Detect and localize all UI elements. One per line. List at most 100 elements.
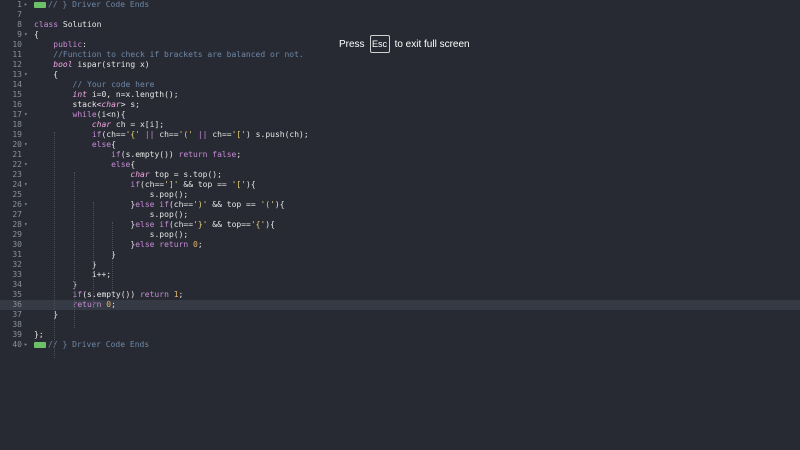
esc-key: Esc (369, 35, 390, 53)
code-line[interactable]: 23 char top = s.top(); (0, 170, 800, 180)
fold-open-icon[interactable]: ▾ (24, 200, 32, 210)
code-line[interactable]: 7 (0, 10, 800, 20)
line-number: 8 (17, 20, 22, 29)
code-editor[interactable]: 1 ▸// } Driver Code Ends 7 8 class Solution 9… (0, 0, 800, 450)
line-number: 35 (12, 290, 22, 299)
code-token: (ch== (140, 180, 165, 189)
code-line[interactable]: 17 ▾ while(i<n){ (0, 110, 800, 120)
code-line[interactable]: 40 ▸ // } Driver Code Ends (0, 340, 800, 350)
code-line[interactable]: 21 if(s.empty()) return false; (0, 150, 800, 160)
code-text: }else return 0; (130, 240, 202, 250)
code-token: { (111, 140, 116, 149)
code-token: // Your code here (72, 80, 155, 89)
code-token: '}' (193, 220, 208, 229)
code-text: if(s.empty()) return false; (111, 150, 241, 160)
code-line[interactable]: 19 if(ch=='{' || ch=='(' || ch=='[') s.pu… (0, 130, 800, 140)
fold-open-icon[interactable]: ▾ (24, 180, 32, 190)
line-number: 14 (12, 80, 22, 89)
code-line[interactable]: 12 bool ispar(string x) (0, 60, 800, 70)
code-token: (i<n){ (96, 110, 126, 119)
folded-region-marker-icon[interactable] (34, 1, 46, 8)
code-token: ispar(string x) (72, 60, 150, 69)
code-token: ')' (193, 200, 208, 209)
code-token: stack< (72, 100, 102, 109)
code-line[interactable]: 33 i++; (0, 270, 800, 280)
code-token: ; (111, 300, 116, 309)
code-line[interactable]: 20 ▾ else{ (0, 140, 800, 150)
code-token: ){ (274, 200, 285, 209)
code-token: // } Driver Code Ends (48, 0, 150, 9)
code-token: ch== (154, 130, 179, 139)
code-line[interactable]: 22 ▾ else{ (0, 160, 800, 170)
fold-open-icon[interactable]: ▾ (24, 140, 32, 150)
code-text: s.pop(); (150, 230, 189, 240)
code-line[interactable]: 8 class Solution (0, 20, 800, 30)
code-token: ; (197, 240, 203, 249)
code-line[interactable]: 13 ▾ { (0, 70, 800, 80)
code-line[interactable]: 29 s.pop(); (0, 230, 800, 240)
code-token: && top == (207, 200, 261, 209)
fold-open-icon[interactable]: ▾ (24, 220, 32, 230)
line-number: 27 (12, 210, 22, 219)
code-line[interactable]: 25 s.pop(); (0, 190, 800, 200)
line-number: 7 (17, 10, 22, 19)
fold-open-icon[interactable]: ▾ (24, 70, 32, 80)
line-number: 39 (12, 330, 22, 339)
code-line[interactable]: 16 stack<char> s; (0, 100, 800, 110)
code-line[interactable]: 36 return 0; (0, 300, 800, 310)
code-token: else if (135, 220, 169, 229)
fold-open-icon[interactable]: ▾ (24, 160, 32, 170)
code-token: (ch== (168, 220, 194, 229)
code-line[interactable]: 32} (0, 260, 800, 270)
code-token: (s.empty()) (82, 290, 140, 299)
code-line[interactable]: 14 // Your code here (0, 80, 800, 90)
code-token: return (178, 150, 208, 159)
code-token: else if (135, 200, 169, 209)
code-text: // } Driver Code Ends (34, 340, 149, 350)
fold-collapsed-icon[interactable]: ▸ (24, 0, 32, 10)
code-text: // } Driver Code Ends (34, 0, 149, 10)
code-text: if(s.empty()) return 1; (73, 290, 184, 300)
code-line[interactable]: 18 char ch = x[i]; (0, 120, 800, 130)
code-line[interactable]: 38 (0, 320, 800, 330)
code-token: class (34, 20, 59, 29)
fold-collapsed-icon[interactable]: ▸ (24, 340, 32, 350)
line-number: 12 (12, 60, 22, 69)
fold-open-icon[interactable]: ▾ (24, 110, 32, 120)
code-token: s.pop(); (149, 230, 189, 239)
code-text: else{ (111, 160, 135, 170)
code-line[interactable]: 24 ▾ if(ch==']' && top == '['){ (0, 180, 800, 190)
code-line[interactable]: 26 ▾}else if(ch==')' && top == '('){ (0, 200, 800, 210)
code-token: top = s.top(); (149, 170, 222, 179)
folded-region-marker-icon[interactable] (34, 341, 46, 348)
code-text: // Your code here (73, 80, 155, 90)
fold-open-icon[interactable]: ▾ (24, 30, 32, 40)
code-text: stack<char> s; (73, 100, 140, 110)
line-number: 26 (12, 200, 22, 209)
code-text: }; (34, 330, 44, 340)
code-line[interactable]: 28 ▾}else if(ch=='}' && top=='{'){ (0, 220, 800, 230)
code-text: if(ch=='{' || ch=='(' || ch=='[') s.push… (92, 130, 309, 140)
code-line[interactable]: 27 s.pop(); (0, 210, 800, 220)
line-number: 31 (12, 250, 22, 259)
code-line[interactable]: 39}; (0, 330, 800, 340)
code-token: bool (53, 60, 73, 69)
code-token: { (53, 70, 59, 79)
code-line[interactable]: 35 if(s.empty()) return 1; (0, 290, 800, 300)
line-number: 9 (17, 30, 22, 39)
code-line[interactable]: 1 ▸ // } Driver Code Ends (0, 0, 800, 10)
code-text: i++; (92, 270, 111, 280)
code-token: && top == (178, 180, 232, 189)
line-number: 22 (12, 160, 22, 169)
indent-guide (112, 222, 114, 298)
code-token: public (53, 40, 83, 49)
code-line[interactable]: 34} (0, 280, 800, 290)
code-line[interactable]: 15 int i=0, n=x.length(); (0, 90, 800, 100)
code-line[interactable]: 31} (0, 250, 800, 260)
code-text: //Function to check if brackets are bala… (53, 50, 303, 60)
code-text: if(ch==']' && top == '['){ (130, 180, 255, 190)
code-line[interactable]: 37} (0, 310, 800, 320)
code-line[interactable]: 30}else return 0; (0, 240, 800, 250)
code-token: s.pop(); (149, 190, 189, 199)
line-number: 28 (12, 220, 22, 229)
